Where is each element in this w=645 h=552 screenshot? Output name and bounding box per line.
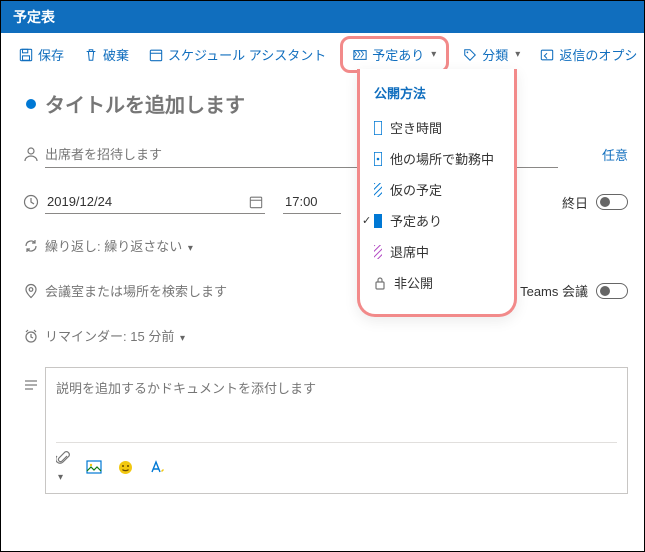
free-icon <box>374 121 382 135</box>
tag-icon <box>463 48 477 62</box>
away-icon <box>374 245 382 259</box>
tentative-icon <box>374 183 382 197</box>
categorize-label: 分類 <box>482 45 508 64</box>
show-as-option-working-elsewhere[interactable]: 他の場所で勤務中 <box>374 143 500 174</box>
show-as-option-busy[interactable]: ✓ 予定あり <box>374 205 500 236</box>
reminder-label: リマインダー: <box>45 329 127 344</box>
reminder-value: 15 分前 <box>130 329 174 344</box>
attachment-toolbar: ▾ <box>56 442 617 483</box>
option-label: 空き時間 <box>390 118 442 137</box>
discard-label: 破棄 <box>103 45 129 64</box>
calendar-assist-icon <box>149 48 163 62</box>
save-label: 保存 <box>38 45 64 64</box>
show-as-option-private[interactable]: 非公開 <box>374 267 500 298</box>
show-as-dropdown-panel: 公開方法 空き時間 他の場所で勤務中 仮の予定 ✓ 予定あり 退席中 非公開 <box>357 69 517 317</box>
trash-icon <box>84 48 98 62</box>
start-time-input[interactable]: 17:00 <box>283 190 341 214</box>
working-elsewhere-icon <box>374 152 382 166</box>
teams-meeting-toggle[interactable] <box>596 283 628 299</box>
chevron-down-icon: ▾ <box>515 49 520 60</box>
discard-button[interactable]: 破棄 <box>80 41 133 68</box>
title-row: タイトルを追加します <box>17 89 628 118</box>
calendar-icon <box>249 195 263 209</box>
bullet-icon <box>26 99 36 109</box>
repeat-value: 繰り返さない <box>104 239 182 254</box>
reply-options-label: 返信のオプシ <box>559 45 637 64</box>
repeat-row: 繰り返し: 繰り返さない ▾ <box>17 236 628 255</box>
reminder-row: リマインダー: 15 分前 ▾ <box>17 326 628 345</box>
teams-meeting-label: Teams 会議 <box>520 281 588 300</box>
option-label: 仮の予定 <box>390 180 442 199</box>
datetime-row: 2019/12/24 17:00 終日 <box>17 190 628 214</box>
show-as-option-away[interactable]: 退席中 <box>374 236 500 267</box>
description-icon <box>23 377 39 393</box>
show-as-dropdown-button[interactable]: 予定あり ▾ <box>340 36 449 73</box>
show-as-option-tentative[interactable]: 仮の予定 <box>374 174 500 205</box>
save-icon <box>19 48 33 62</box>
dropdown-section-title: 公開方法 <box>374 83 500 102</box>
optional-attendees-link[interactable]: 任意 <box>558 145 628 164</box>
description-row: 説明を追加するかドキュメントを添付します ▾ <box>17 367 628 494</box>
repeat-icon <box>23 238 39 254</box>
reply-options-icon <box>540 48 554 62</box>
event-form: 公開方法 空き時間 他の場所で勤務中 仮の予定 ✓ 予定あり 退席中 非公開 <box>1 77 644 528</box>
option-label: 非公開 <box>394 273 433 292</box>
show-as-option-free[interactable]: 空き時間 <box>374 112 500 143</box>
repeat-label: 繰り返し: <box>45 239 101 254</box>
reminder-dropdown[interactable]: リマインダー: 15 分前 ▾ <box>45 326 185 345</box>
formatting-button[interactable] <box>149 459 165 475</box>
chevron-down-icon: ▾ <box>431 49 436 60</box>
show-as-label: 予定あり <box>372 45 424 64</box>
all-day-label: 終日 <box>562 193 588 212</box>
show-as-icon <box>353 48 367 62</box>
description-box: 説明を追加するかドキュメントを添付します ▾ <box>45 367 628 494</box>
location-row: 会議室または場所を検索します Teams 会議 <box>17 277 628 304</box>
all-day-toggle[interactable] <box>596 194 628 210</box>
lock-icon <box>374 276 386 290</box>
busy-icon <box>374 214 382 228</box>
categorize-button[interactable]: 分類 ▾ <box>459 41 524 68</box>
description-input[interactable]: 説明を追加するかドキュメントを添付します <box>56 378 617 436</box>
scheduling-label: スケジュール アシスタント <box>168 45 326 64</box>
title-input[interactable]: タイトルを追加します <box>45 89 628 118</box>
person-icon <box>23 146 39 162</box>
window-title: 予定表 <box>1 1 644 33</box>
location-icon <box>23 283 39 299</box>
check-icon: ✓ <box>362 214 371 227</box>
date-value: 2019/12/24 <box>47 194 112 209</box>
chevron-down-icon: ▾ <box>188 243 193 254</box>
insert-image-button[interactable] <box>86 460 102 474</box>
repeat-dropdown[interactable]: 繰り返し: 繰り返さない ▾ <box>45 236 193 255</box>
scheduling-assistant-button[interactable]: スケジュール アシスタント <box>145 41 330 68</box>
chevron-down-icon: ▾ <box>180 333 185 344</box>
date-input[interactable]: 2019/12/24 <box>45 190 265 214</box>
save-button[interactable]: 保存 <box>15 41 68 68</box>
reply-options-button[interactable]: 返信のオプシ <box>536 41 641 68</box>
attendees-row: 出席者を招待します 任意 <box>17 140 628 168</box>
insert-emoji-button[interactable] <box>118 460 133 475</box>
reminder-icon <box>23 328 39 344</box>
option-label: 退席中 <box>390 242 429 261</box>
clock-icon <box>23 194 39 210</box>
option-label: 予定あり <box>390 211 442 230</box>
attachment-button[interactable]: ▾ <box>56 451 70 483</box>
option-label: 他の場所で勤務中 <box>390 149 494 168</box>
toolbar: 保存 破棄 スケジュール アシスタント 予定あり ▾ 分類 ▾ 返信のオプシ <box>1 33 644 77</box>
